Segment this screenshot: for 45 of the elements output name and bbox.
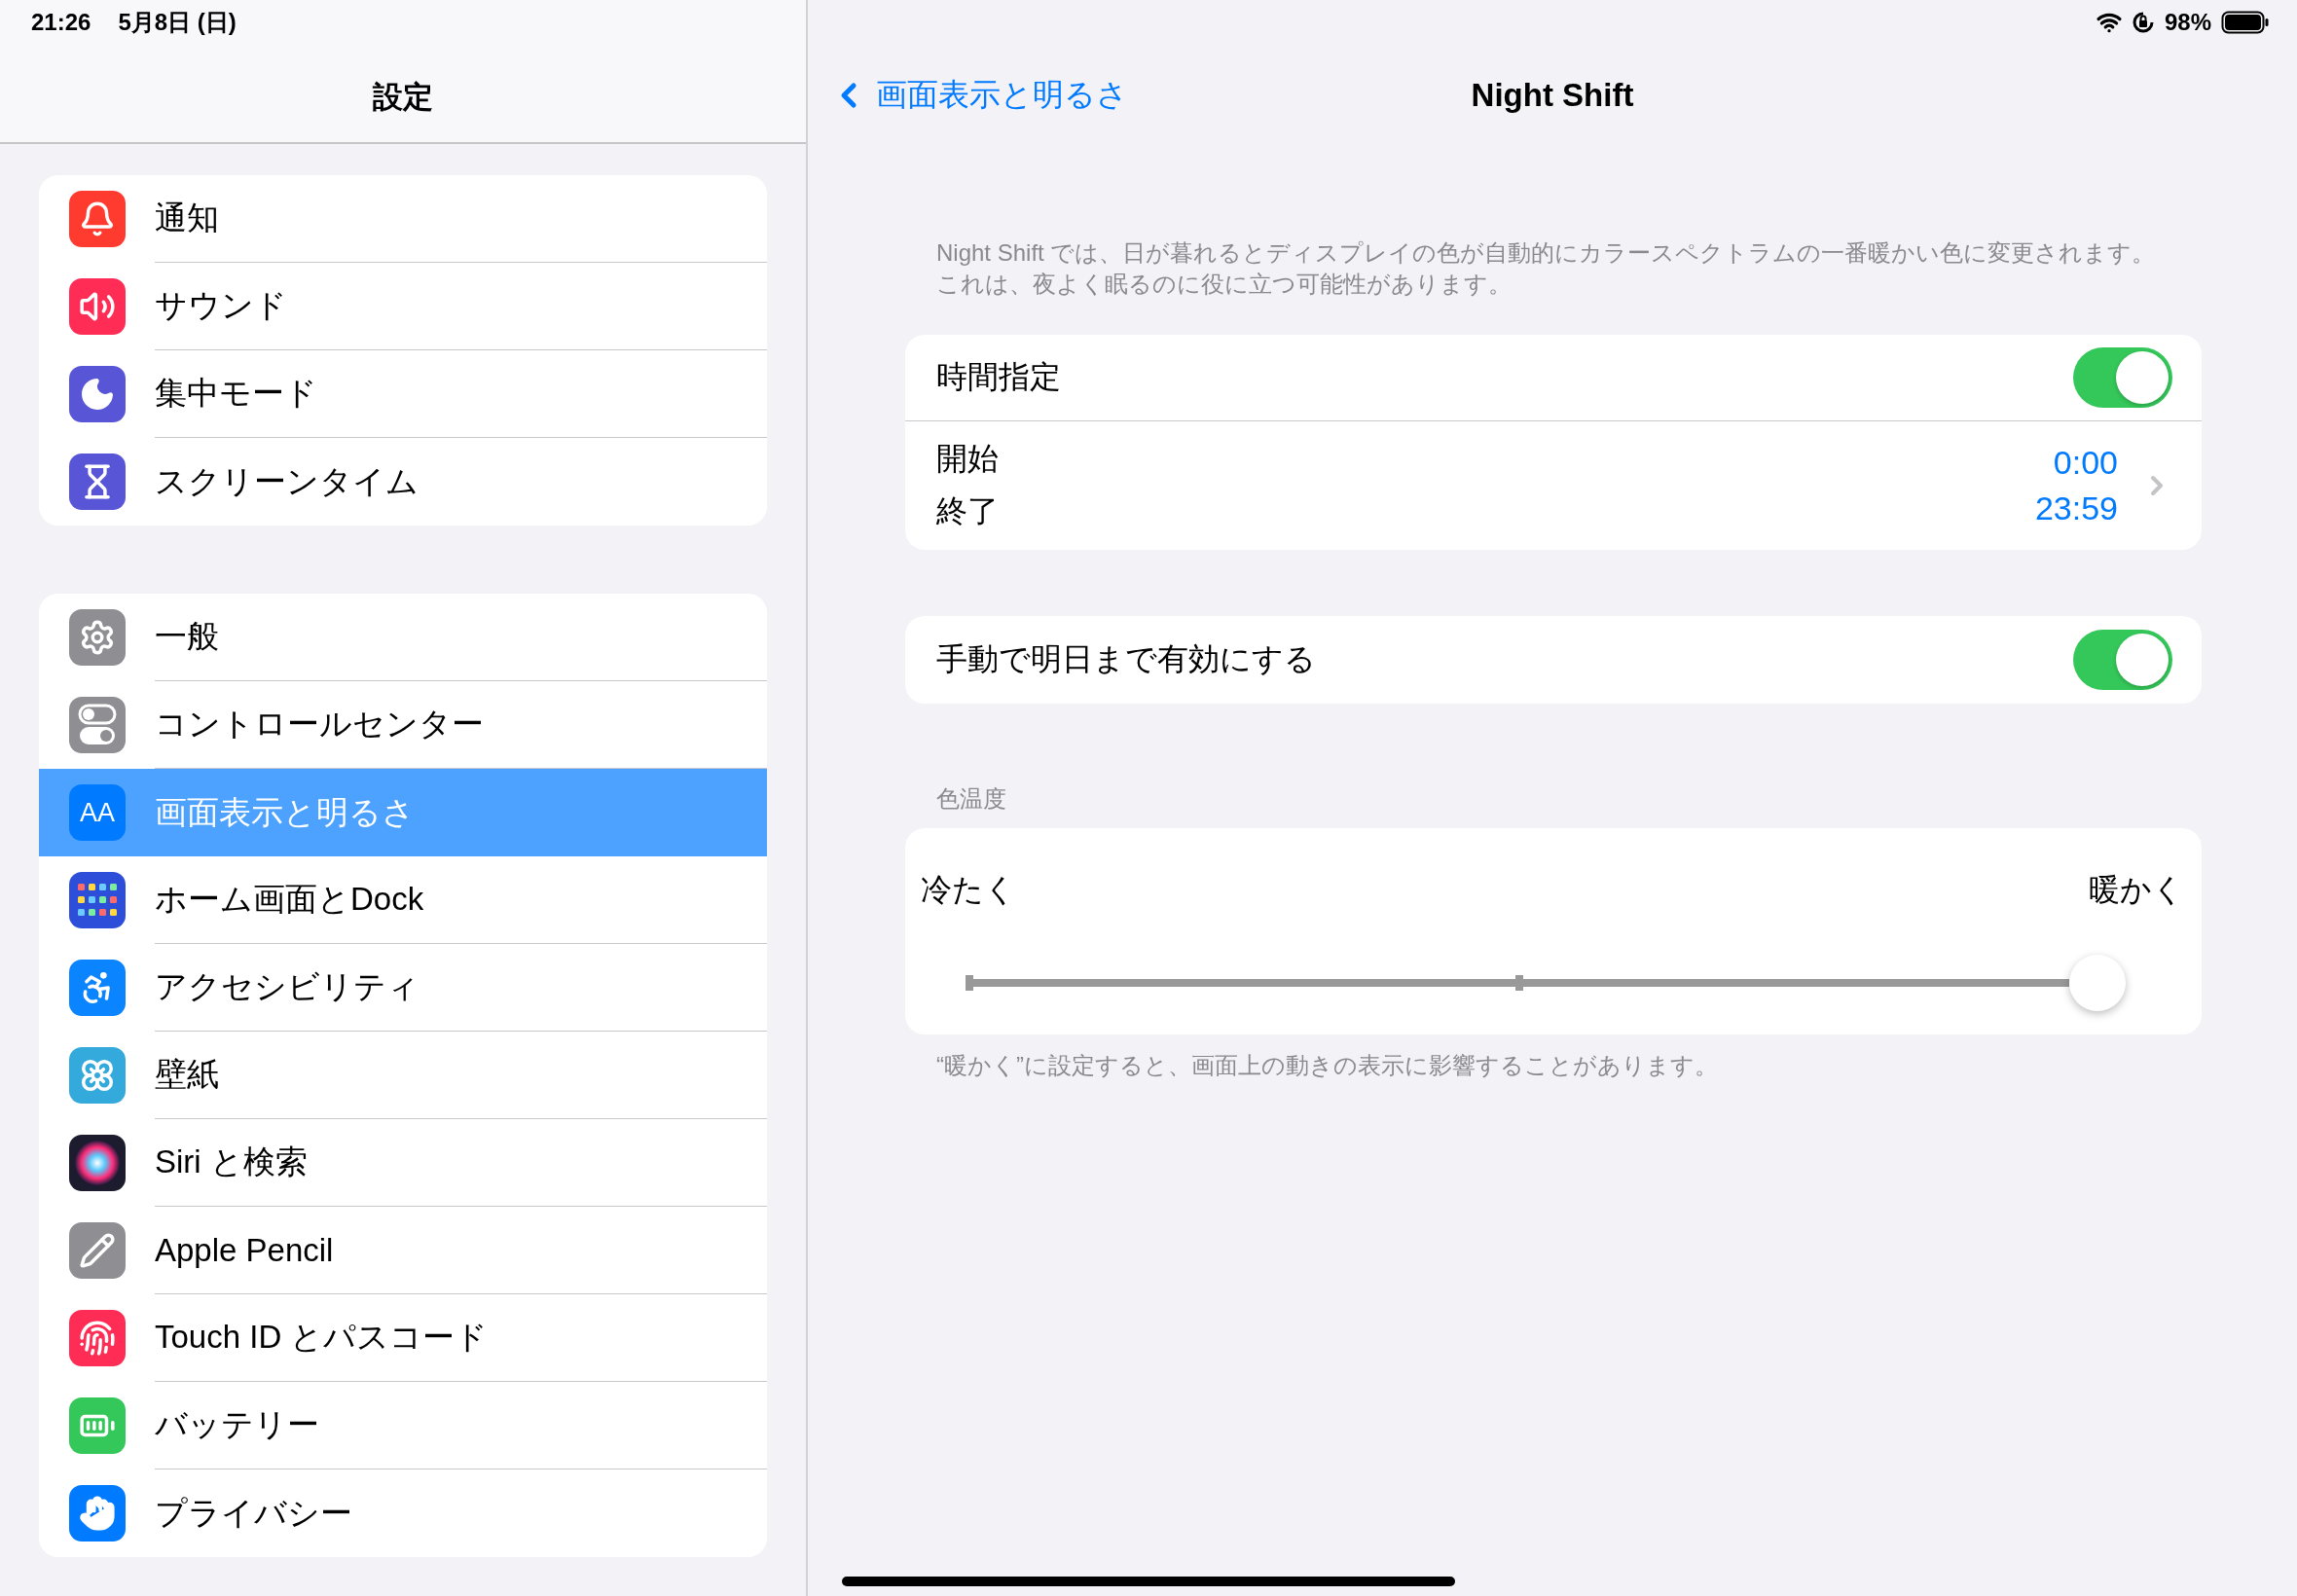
status-time: 21:26: [31, 9, 91, 36]
slider-thumb[interactable]: [2069, 955, 2126, 1011]
time-range-link[interactable]: 0:00 23:59: [2034, 444, 2118, 527]
battery-icon: [2221, 11, 2270, 34]
item-label: コントロールセンター: [155, 705, 484, 744]
item-label: 壁紙: [155, 1055, 219, 1094]
icon-label: AA: [80, 797, 115, 828]
bell-icon: [79, 200, 116, 237]
gear-icon: [79, 619, 116, 656]
section-header: 色温度: [936, 784, 1007, 814]
status-date: 5月8日 (日): [118, 8, 237, 37]
item-label: スクリーンタイム: [155, 461, 419, 501]
end-label: 終了: [936, 492, 999, 530]
hand-icon: [79, 1495, 116, 1532]
sidebar-item[interactable]: AA 画面表示と明るさ: [39, 769, 767, 856]
setting-label: 時間指定: [936, 358, 1062, 396]
switches-icon: [78, 704, 117, 746]
page-title: Night Shift: [1471, 77, 1634, 114]
item-label: 一般: [155, 617, 219, 656]
item-label: 通知: [155, 199, 219, 237]
item-label: 画面表示と明るさ: [155, 792, 415, 832]
flower-icon: [79, 1057, 116, 1094]
description-text: これは、夜よく眠るのに役に立つ可能性があります。: [936, 270, 1512, 299]
item-label: アクセシビリティ: [155, 967, 419, 1006]
start-label: 開始: [936, 440, 999, 478]
item-label: サウンド: [155, 286, 287, 325]
item-label: 集中モード: [155, 374, 317, 413]
item-label: バッテリー: [155, 1405, 319, 1444]
battery-percent: 98%: [2164, 9, 2211, 36]
back-link[interactable]: 画面表示と明るさ: [829, 74, 1128, 117]
min-label: 冷たく: [921, 871, 1016, 909]
max-label: 暖かく: [2089, 871, 2184, 909]
rotation-lock-icon: [2131, 11, 2155, 34]
footnote-text: “暖かく”に設定すると、画面上の動きの表示に影響することがあります。: [936, 1051, 1719, 1080]
moon-icon: [79, 376, 116, 413]
sidebar-title: 設定: [373, 79, 433, 116]
description-text: Night Shift では、日が暮れるとディスプレイの色が自動的にカラースペクトラムの一番暖かい色に変更されます。: [936, 238, 2156, 268]
fingerprint-icon: [79, 1320, 116, 1357]
pencil-icon: [79, 1232, 116, 1269]
item-label: ホーム画面とDock: [155, 880, 424, 919]
item-label: Siri と検索: [155, 1143, 308, 1181]
item-label: Touch ID とパスコード: [155, 1318, 489, 1357]
setting-label: 手動で明日まで有効にする: [936, 640, 1317, 678]
item-label: Apple Pencil: [155, 1231, 334, 1269]
item-label: プライバシー: [155, 1493, 352, 1533]
